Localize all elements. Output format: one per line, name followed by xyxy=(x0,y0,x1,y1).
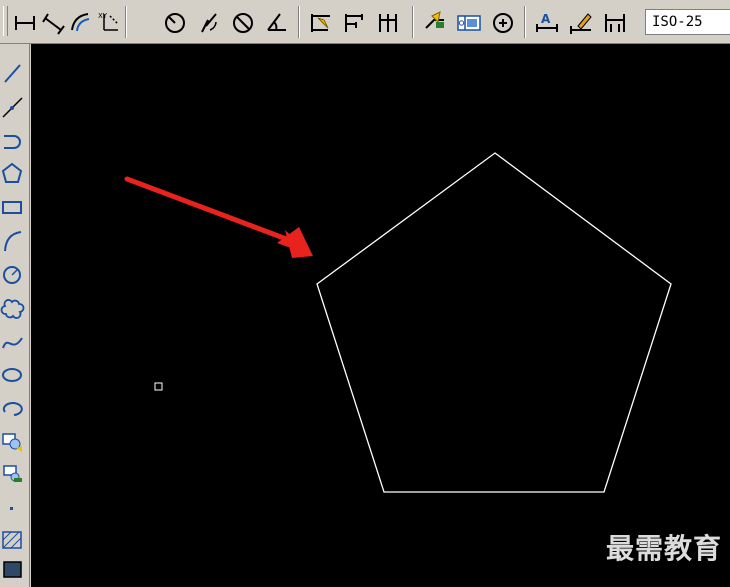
gradient-icon[interactable] xyxy=(0,554,26,584)
dimension-style-dropdown[interactable]: ISO-25 xyxy=(645,9,730,35)
svg-text:XY: XY xyxy=(98,12,108,20)
center-mark-icon[interactable] xyxy=(490,8,516,36)
line-icon[interactable] xyxy=(0,58,26,88)
toolbar-separator xyxy=(125,6,127,38)
toolbar-separator xyxy=(524,6,526,38)
linear-dimension-icon[interactable] xyxy=(12,8,38,36)
radius-dimension-icon[interactable] xyxy=(162,8,188,36)
toolbar-separator xyxy=(298,6,300,38)
quick-leader-icon[interactable] xyxy=(422,8,448,36)
dimension-toolbar: XY A ISO-25 xyxy=(0,0,730,44)
ordinate-dimension-icon[interactable]: XY xyxy=(96,8,122,36)
make-block-icon[interactable] xyxy=(0,458,26,488)
red-arrow-annotation xyxy=(124,176,313,258)
spline-icon[interactable] xyxy=(0,328,26,358)
tolerance-icon[interactable] xyxy=(456,8,482,36)
baseline-dimension-icon[interactable] xyxy=(342,8,368,36)
drawing-canvas[interactable]: 最需教育 xyxy=(31,44,730,587)
toolbar-separator xyxy=(412,6,414,38)
polygon-icon[interactable] xyxy=(0,158,26,188)
dimension-text-edit-icon[interactable] xyxy=(568,8,594,36)
angular-dimension-icon[interactable] xyxy=(264,8,290,36)
insert-block-icon[interactable] xyxy=(0,426,26,456)
dimension-update-icon[interactable] xyxy=(602,8,628,36)
aligned-dimension-icon[interactable] xyxy=(40,8,66,36)
draw-toolbar xyxy=(0,44,30,587)
diameter-dimension-icon[interactable] xyxy=(230,8,256,36)
jogged-dimension-icon[interactable] xyxy=(196,8,222,36)
arc-length-icon[interactable] xyxy=(68,8,94,36)
toolbar-grip[interactable] xyxy=(3,6,8,36)
polyline-icon[interactable] xyxy=(0,126,26,156)
point-icon[interactable] xyxy=(0,492,26,522)
circle-icon[interactable] xyxy=(0,260,26,290)
ellipse-icon[interactable] xyxy=(0,360,26,390)
hatch-icon[interactable] xyxy=(0,524,26,554)
continue-dimension-icon[interactable] xyxy=(376,8,402,36)
pickbox-cursor xyxy=(154,382,163,391)
quick-dimension-icon[interactable] xyxy=(308,8,334,36)
watermark-text: 最需教育 xyxy=(605,532,722,565)
dimension-edit-icon[interactable]: A xyxy=(534,8,560,36)
rectangle-icon[interactable] xyxy=(0,192,26,222)
arc-icon[interactable] xyxy=(0,226,26,256)
revision-cloud-icon[interactable] xyxy=(0,294,26,324)
ellipse-arc-icon[interactable] xyxy=(0,394,26,424)
construction-line-icon[interactable] xyxy=(0,92,26,122)
pentagon-shape[interactable] xyxy=(316,152,672,493)
svg-text:A: A xyxy=(541,12,551,26)
